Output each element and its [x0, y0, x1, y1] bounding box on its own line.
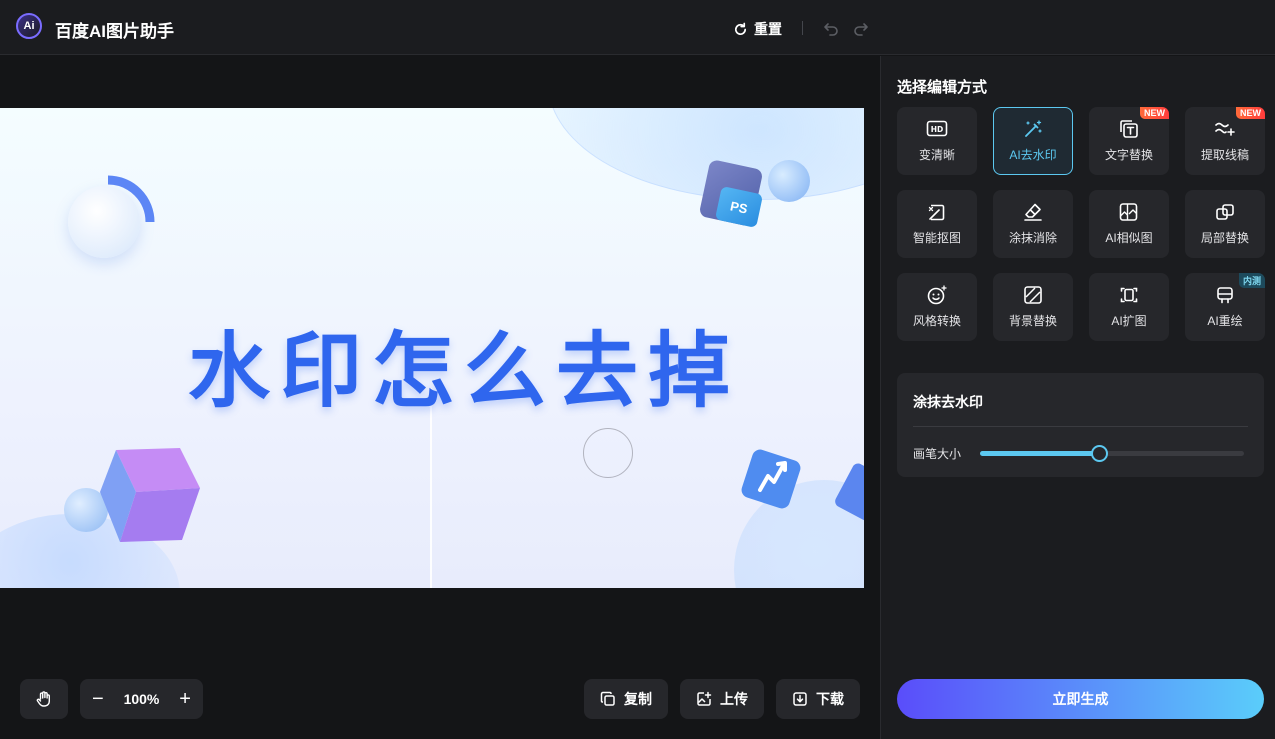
hand-tool-button[interactable]	[20, 679, 68, 719]
style-smile-icon	[927, 285, 947, 305]
tool-label: AI重绘	[1207, 314, 1243, 328]
smart-cutout-icon	[928, 204, 945, 221]
top-bar: Ai 百度AI图片助手 重置	[0, 0, 1275, 55]
upload-image-icon	[697, 691, 712, 706]
redraw-icon	[1217, 287, 1233, 304]
tool-label: 背景替换	[1008, 314, 1057, 328]
tool-card-eraser[interactable]: 涂抹消除	[993, 190, 1073, 258]
brush-size-fill	[980, 451, 1099, 456]
tool-label: 智能抠图	[912, 231, 961, 245]
new-badge: NEW	[1236, 107, 1265, 119]
download-button[interactable]: 下载	[776, 679, 860, 719]
brush-size-handle[interactable]	[1090, 445, 1108, 462]
copy-button[interactable]: 复制	[584, 679, 668, 719]
brush-cursor	[583, 428, 633, 478]
tool-card-text-replace[interactable]: NEW 文字替换	[1089, 107, 1169, 175]
generate-button[interactable]: 立即生成	[897, 679, 1264, 719]
tool-card-line-extract[interactable]: NEW 提取线稿	[1185, 107, 1265, 175]
panel-divider	[913, 426, 1248, 427]
reset-label: 重置	[754, 21, 782, 37]
brush-size-label: 画笔大小	[913, 447, 962, 461]
brush-settings-panel: 涂抹去水印 画笔大小	[897, 373, 1264, 477]
tool-card-style-transfer[interactable]: 风格转换	[897, 273, 977, 341]
text-replace-icon	[1120, 120, 1138, 138]
generate-label: 立即生成	[1052, 691, 1109, 707]
similar-image-icon	[1119, 203, 1138, 221]
copy-icon	[600, 691, 615, 706]
tool-label: 涂抹消除	[1008, 231, 1057, 245]
tool-label: AI扩图	[1111, 314, 1147, 328]
toolbar-divider	[802, 21, 803, 35]
canvas-headline: 水印怎么去掉	[188, 324, 741, 419]
eraser-icon	[1024, 203, 1042, 221]
download-label: 下载	[816, 691, 844, 707]
beta-badge: 内测	[1238, 273, 1265, 288]
canvas-image[interactable]: PS 水印怎么去掉	[0, 108, 864, 588]
hd-icon: HD	[926, 120, 948, 137]
tool-label: 风格转换	[912, 314, 961, 328]
decor-orb-right	[768, 160, 810, 202]
tool-card-smart-cutout[interactable]: 智能抠图	[897, 190, 977, 258]
brush-panel-title: 涂抹去水印	[913, 394, 983, 410]
undo-icon[interactable]	[823, 20, 839, 36]
tool-label: 局部替换	[1200, 231, 1249, 245]
reset-icon	[735, 22, 747, 35]
decor-arc-icon	[107, 175, 155, 223]
line-extract-icon	[1215, 122, 1235, 136]
tool-card-similar-image[interactable]: AI相似图	[1089, 190, 1169, 258]
new-badge: NEW	[1140, 107, 1169, 119]
trend-arrow-icon	[741, 449, 801, 509]
panel-title: 选择编辑方式	[897, 79, 988, 96]
tool-card-remove-watermark[interactable]: AI去水印	[993, 107, 1073, 175]
brush-size-slider[interactable]	[980, 445, 1244, 462]
canvas-area: PS 水印怎么去掉 − 100% + 复制 上传 下载	[0, 56, 880, 739]
tool-label: AI去水印	[1009, 148, 1057, 162]
tool-card-background-replace[interactable]: 背景替换	[993, 273, 1073, 341]
tool-card-partial-replace[interactable]: 局部替换	[1185, 190, 1265, 258]
upload-button[interactable]: 上传	[680, 679, 764, 719]
expand-image-icon	[1120, 287, 1138, 303]
tool-card-redraw[interactable]: 内测 AI重绘	[1185, 273, 1265, 341]
tool-label: 变清晰	[918, 148, 955, 162]
redo-icon[interactable]	[853, 20, 869, 36]
partial-replace-icon	[1216, 204, 1234, 220]
zoom-in-button[interactable]: +	[175, 688, 195, 711]
tool-card-expand-image[interactable]: AI扩图	[1089, 273, 1169, 341]
tool-label: AI相似图	[1105, 231, 1153, 245]
ps-badge: PS	[714, 186, 764, 228]
tool-label: 文字替换	[1104, 148, 1153, 162]
app-title: 百度AI图片助手	[55, 22, 174, 41]
download-icon	[793, 692, 807, 706]
decor-cube-icon	[100, 448, 200, 542]
zoom-control: − 100% +	[80, 679, 203, 719]
upload-label: 上传	[720, 691, 748, 707]
app-logo: Ai	[16, 13, 42, 39]
copy-label: 复制	[624, 691, 652, 707]
hand-icon	[36, 691, 50, 707]
logo-text: Ai	[23, 20, 35, 32]
reset-button[interactable]: 重置	[733, 19, 782, 39]
svg-text:HD: HD	[931, 125, 944, 134]
background-replace-icon	[1024, 286, 1042, 304]
zoom-out-button[interactable]: −	[88, 688, 108, 711]
tool-label: 提取线稿	[1200, 148, 1249, 162]
magic-wand-icon	[1025, 120, 1042, 137]
edit-panel: 选择编辑方式 HD 变清晰 AI去水印 NEW 文字替换 NEW 提取线稿 智能…	[880, 56, 1275, 739]
tool-card-enhance[interactable]: HD 变清晰	[897, 107, 977, 175]
zoom-level: 100%	[123, 691, 160, 707]
